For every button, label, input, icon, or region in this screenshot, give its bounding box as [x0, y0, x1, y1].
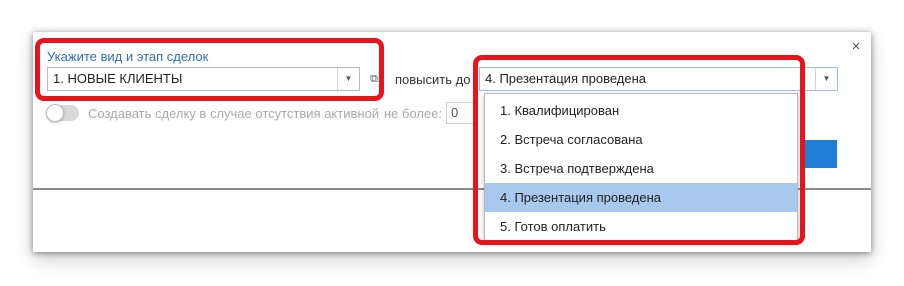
screen: × Укажите вид и этап сделок 1. НОВЫЕ КЛИ…	[0, 0, 904, 286]
dropdown-option[interactable]: 3. Встреча подтверждена	[485, 154, 797, 183]
chevron-down-icon[interactable]: ▼	[815, 68, 837, 90]
toggle-knob	[46, 104, 64, 122]
limit-label: не более:	[384, 106, 443, 121]
dropdown-option[interactable]: 2. Встреча согласована	[485, 125, 797, 154]
open-in-window-icon[interactable]: ⧉	[365, 67, 383, 91]
raise-to-select[interactable]: 4. Презентация проведена ▼	[479, 67, 838, 91]
chevron-down-icon[interactable]: ▼	[337, 68, 359, 90]
dropdown-option-label: 4. Презентация проведена	[500, 190, 662, 205]
apply-button[interactable]	[803, 140, 837, 168]
dropdown-option-selected[interactable]: 4. Презентация проведена	[485, 183, 797, 212]
dropdown-option-label: 5. Готов оплатить	[500, 219, 606, 234]
create-deal-label: Создавать сделку в случае отсутствия акт…	[88, 106, 380, 121]
deal-type-value: 1. НОВЫЕ КЛИЕНТЫ	[53, 71, 183, 86]
stage-dropdown-list: 1. Квалифицирован 2. Встреча согласована…	[484, 93, 798, 242]
dropdown-option-label: 3. Встреча подтверждена	[500, 161, 654, 176]
create-deal-toggle[interactable]	[46, 104, 79, 122]
close-icon[interactable]: ×	[849, 39, 863, 54]
deal-type-select[interactable]: 1. НОВЫЕ КЛИЕНТЫ ▼	[47, 67, 360, 91]
deal-type-label: Укажите вид и этап сделок	[47, 49, 209, 64]
dropdown-option-label: 1. Квалифицирован	[500, 103, 620, 118]
dropdown-option-label: 2. Встреча согласована	[500, 132, 643, 147]
raise-to-label: повысить до	[395, 72, 471, 87]
dropdown-option[interactable]: 5. Готов оплатить	[485, 212, 797, 241]
limit-input[interactable]: 0	[446, 102, 474, 124]
raise-to-value: 4. Презентация проведена	[485, 71, 647, 86]
dropdown-option[interactable]: 1. Квалифицирован	[485, 96, 797, 125]
